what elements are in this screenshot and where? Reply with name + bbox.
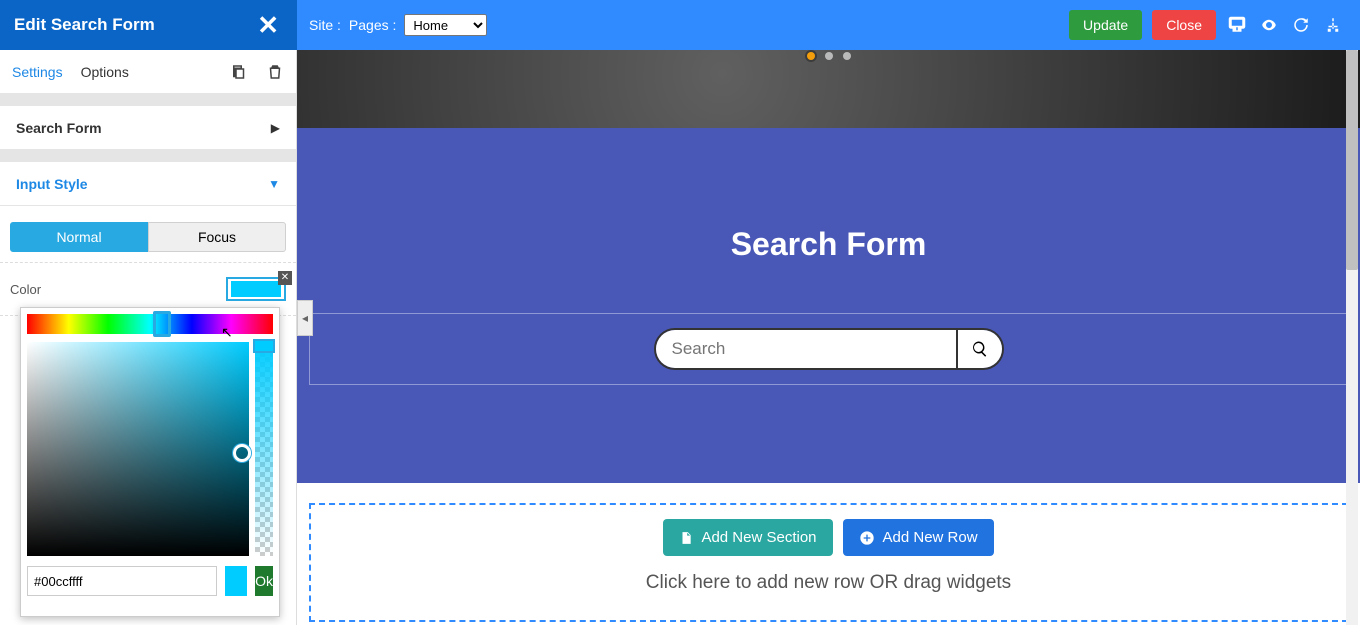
eye-preview-icon[interactable] xyxy=(1258,14,1280,36)
panel-title: Edit Search Form xyxy=(14,15,155,35)
scroll-thumb[interactable] xyxy=(1346,50,1358,270)
close-panel-icon[interactable]: ✕ xyxy=(257,10,279,41)
page-select[interactable]: Home xyxy=(404,14,487,36)
search-submit-button[interactable] xyxy=(956,330,1002,368)
search-wrapper xyxy=(309,313,1348,385)
hero-banner xyxy=(297,50,1360,128)
ok-button[interactable]: Ok xyxy=(255,566,273,596)
color-picker: ↖ Ok xyxy=(20,307,280,617)
hue-handle[interactable] xyxy=(153,311,171,337)
add-section-button[interactable]: Add New Section xyxy=(663,519,832,556)
seg-focus-button[interactable]: Focus xyxy=(148,222,286,252)
module-title: Search Form xyxy=(731,226,927,263)
search-form-module[interactable]: Search Form xyxy=(297,128,1360,483)
search-input[interactable] xyxy=(656,330,956,368)
copy-icon[interactable] xyxy=(230,63,248,81)
trash-icon[interactable] xyxy=(266,63,284,81)
alpha-slider[interactable] xyxy=(255,342,273,556)
add-row-button[interactable]: Add New Row xyxy=(843,519,994,556)
alpha-handle[interactable] xyxy=(253,339,275,353)
section-search-form[interactable]: Search Form ▶ xyxy=(0,106,296,150)
topbar-crumbs: Site : Pages : Home xyxy=(297,14,487,36)
dropzone-hint: Click here to add new row OR drag widget… xyxy=(311,572,1346,594)
tab-settings[interactable]: Settings xyxy=(12,64,63,80)
seg-normal-button[interactable]: Normal xyxy=(10,222,148,252)
update-button[interactable]: Update xyxy=(1069,10,1142,40)
slide-dot[interactable] xyxy=(843,52,851,60)
sitemap-icon[interactable] xyxy=(1322,14,1344,36)
settings-panel: Settings Options Search Form ▶ Input Sty… xyxy=(0,50,297,625)
color-label: Color xyxy=(10,282,41,297)
slide-dot[interactable] xyxy=(825,52,833,60)
desktop-preview-icon[interactable] xyxy=(1226,14,1248,36)
search-icon xyxy=(971,340,989,358)
state-segment: Normal Focus xyxy=(10,222,286,252)
vertical-scrollbar[interactable] xyxy=(1346,50,1358,625)
panel-header: Edit Search Form ✕ xyxy=(0,0,297,50)
plus-circle-icon xyxy=(859,530,875,546)
color-swatch[interactable]: ✕ xyxy=(226,277,286,301)
section-input-style[interactable]: Input Style ▼ xyxy=(0,162,296,206)
tab-options[interactable]: Options xyxy=(81,64,129,80)
swatch-fill xyxy=(231,281,281,297)
slide-dot[interactable] xyxy=(807,52,815,60)
file-icon xyxy=(679,530,693,546)
dropzone[interactable]: Add New Section Add New Row Click here t… xyxy=(309,503,1348,622)
saturation-handle[interactable] xyxy=(233,444,251,462)
chevron-right-icon: ▶ xyxy=(271,121,280,135)
saturation-box[interactable] xyxy=(27,342,249,556)
slider-dots xyxy=(807,52,851,60)
chevron-down-icon: ▼ xyxy=(268,177,280,191)
hue-slider[interactable]: ↖ xyxy=(27,314,273,334)
page-canvas: Search Form Add New Section Add New Row … xyxy=(297,50,1360,625)
clear-color-icon[interactable]: ✕ xyxy=(278,271,292,285)
close-button[interactable]: Close xyxy=(1152,10,1216,40)
pages-label: Pages : xyxy=(349,17,396,33)
history-icon[interactable] xyxy=(1290,14,1312,36)
site-label: Site : xyxy=(309,17,341,33)
collapse-panel-handle[interactable]: ◂ xyxy=(297,300,313,336)
cursor-pointer-icon: ↖ xyxy=(221,324,233,341)
hex-input[interactable] xyxy=(27,566,217,596)
color-preview xyxy=(225,566,247,596)
